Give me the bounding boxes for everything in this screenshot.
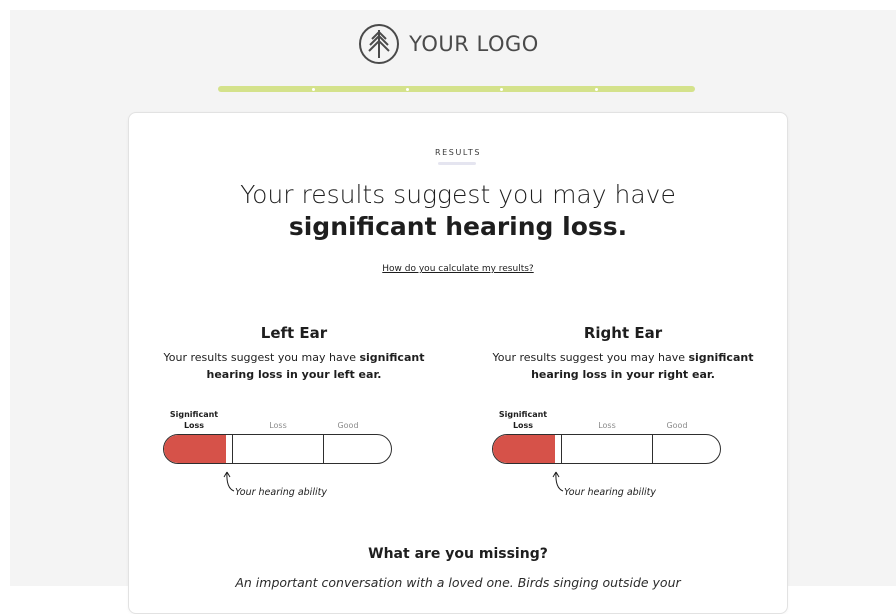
hearing-scale-bar [163,434,392,464]
brand-logo[interactable]: YOUR LOGO [0,22,896,66]
left-ear-meter: Significant Loss Loss Good Your hearing … [163,409,393,498]
scale-divider [561,435,562,463]
left-ear-title: Left Ear [260,324,328,342]
hearing-ability-label: Your hearing ability [235,487,327,498]
scale-divider [652,435,653,463]
tree-logo-icon [359,24,400,64]
missing-section-body: An important conversation with a loved o… [235,575,681,590]
logo-text: YOUR LOGO [409,32,539,56]
scale-label-loss: Loss [269,421,287,430]
scale-divider [323,435,324,463]
hearing-level-fill [493,435,555,463]
progress-step-dot [312,88,315,91]
scale-label-good: Good [337,421,359,430]
right-ear-section: Right Ear Your results suggest you may h… [468,323,778,498]
scale-label-loss: Loss [598,421,616,430]
progress-bar [218,86,695,92]
headline-text: Your results suggest you may have [240,180,676,209]
missing-section-title: What are you missing? [368,546,548,562]
scale-divider [232,435,233,463]
progress-step-dot [500,88,503,91]
headline-emphasis: significant hearing loss. [288,212,628,241]
results-eyebrow: RESULTS [434,148,482,157]
scale-label-significant-loss: Significant Loss [498,410,548,430]
eyebrow-underline [438,162,476,165]
scale-label-good: Good [666,421,688,430]
results-card: RESULTS Your results suggest you may hav… [128,112,788,614]
left-ear-summary: Your results suggest you may have signif… [139,349,449,383]
progress-step-dot [595,88,598,91]
hearing-level-fill [164,435,226,463]
right-ear-summary-text: Your results suggest you may have [492,351,689,364]
scale-label-significant-loss: Significant Loss [169,410,219,430]
results-headline: Your results suggest you may have signif… [169,179,747,243]
hearing-ability-label: Your hearing ability [564,487,656,498]
right-ear-title: Right Ear [583,324,663,342]
hearing-scale-bar [492,434,721,464]
right-ear-meter: Significant Loss Loss Good Your hearing … [492,409,722,498]
hearing-ability-marker: Your hearing ability [552,470,732,498]
hearing-ability-marker: Your hearing ability [223,470,403,498]
left-ear-summary-text: Your results suggest you may have [163,351,360,364]
left-ear-section: Left Ear Your results suggest you may ha… [139,323,449,498]
how-calculate-link[interactable]: How do you calculate my results? [129,264,787,274]
right-ear-summary: Your results suggest you may have signif… [468,349,778,383]
progress-step-dot [406,88,409,91]
